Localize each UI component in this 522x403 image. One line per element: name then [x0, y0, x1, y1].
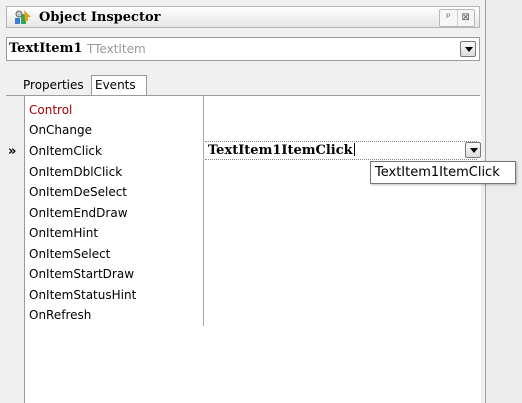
- event-label: OnItemHint: [29, 226, 99, 240]
- event-row-onitemclick[interactable]: OnItemClick TextItem1ItemClick: [25, 141, 481, 161]
- object-name: TextItem1: [9, 41, 83, 56]
- event-label: OnItemStatusHint: [29, 288, 137, 302]
- events-grid: Control OnChange OnItemClick TextItem1It…: [24, 96, 481, 403]
- close-icon[interactable]: ⊠: [456, 10, 475, 26]
- event-handler-value[interactable]: TextItem1ItemClick: [208, 143, 355, 158]
- object-inspector-panel: Object Inspector ᵖ ⊠ TextItem1 TTextItem…: [0, 0, 486, 403]
- column-divider[interactable]: [203, 96, 204, 326]
- tab-properties[interactable]: Properties: [19, 75, 90, 95]
- event-label: Control: [29, 103, 73, 117]
- chevron-down-icon[interactable]: [460, 41, 476, 57]
- event-label: OnItemStartDraw: [29, 267, 135, 281]
- title-bar: Object Inspector ᵖ ⊠: [6, 6, 480, 28]
- object-type: TTextItem: [87, 42, 146, 56]
- event-label: OnItemDeSelect: [29, 185, 128, 199]
- event-label: OnItemEndDraw: [29, 206, 128, 220]
- background-strip: [486, 0, 522, 403]
- title-buttons: ᵖ ⊠: [439, 9, 475, 27]
- event-label: OnItemClick: [29, 144, 102, 158]
- event-row-onitemdeselect[interactable]: OnItemDeSelect: [25, 182, 481, 202]
- text-caret: [353, 143, 355, 156]
- event-row-onitemstartdraw[interactable]: OnItemStartDraw: [25, 264, 481, 284]
- tab-events[interactable]: Events: [91, 75, 147, 95]
- pin-icon[interactable]: ᵖ: [440, 10, 457, 26]
- event-row-onitemhint[interactable]: OnItemHint: [25, 223, 481, 243]
- event-row-onitemenddraw[interactable]: OnItemEndDraw: [25, 203, 481, 223]
- event-row-onchange[interactable]: OnChange: [25, 120, 481, 140]
- event-label: OnItemSelect: [29, 247, 111, 261]
- event-label: OnItemDblClick: [29, 165, 123, 179]
- row-indicator-gutter: [6, 96, 24, 403]
- event-label: OnRefresh: [29, 308, 92, 322]
- handler-tooltip: TextItem1ItemClick: [370, 161, 516, 184]
- event-label: OnChange: [29, 123, 92, 137]
- window-title: Object Inspector: [39, 10, 161, 25]
- object-inspector-icon: [15, 10, 31, 24]
- current-row-pointer-icon: »: [8, 144, 17, 159]
- object-selector[interactable]: TextItem1 TTextItem: [6, 37, 480, 61]
- chevron-down-icon[interactable]: [465, 142, 481, 158]
- event-row-control[interactable]: Control: [25, 100, 481, 120]
- event-row-onitemselect[interactable]: OnItemSelect: [25, 244, 481, 264]
- event-row-onrefresh[interactable]: OnRefresh: [25, 305, 481, 325]
- event-row-onitemstatushint[interactable]: OnItemStatusHint: [25, 285, 481, 305]
